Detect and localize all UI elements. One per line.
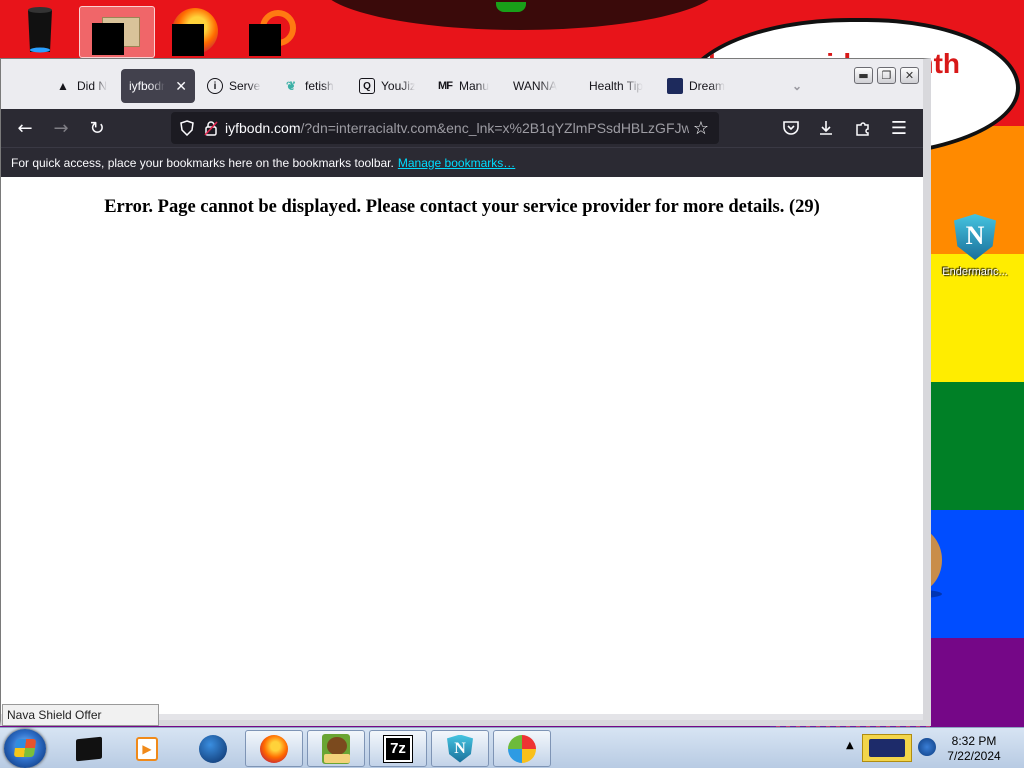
- download-icon: [820, 121, 832, 135]
- url-host: iyfbodn.com: [225, 120, 301, 136]
- restore-icon: ❐: [881, 69, 892, 82]
- desktop-icon-label: Endermanc...: [942, 266, 1008, 278]
- chevron-down-icon: ⌄: [791, 79, 803, 93]
- clock-time: 8:32 PM: [951, 734, 997, 748]
- desktop-icon-recycle-bin[interactable]: [8, 6, 72, 58]
- tray-projector-icon[interactable]: [862, 734, 912, 762]
- colorful-ball-icon: [508, 734, 536, 763]
- puzzle-icon: [856, 122, 869, 136]
- back-arrow-icon: ←: [17, 117, 33, 139]
- q-icon: Q: [359, 78, 375, 94]
- tab-label: YouJiz: [381, 79, 415, 93]
- tab-fetish[interactable]: ❦ fetish: [275, 69, 345, 103]
- tab-dream[interactable]: Dream: [659, 69, 739, 103]
- 7zip-icon: 7z: [383, 734, 413, 763]
- tab-manu[interactable]: MF Manu: [429, 69, 501, 103]
- bookmarks-hint: For quick access, place your bookmarks h…: [11, 155, 394, 170]
- navigation-toolbar: ← → ↻ iyfbodn.com/?dn=interracialtv.com&…: [1, 109, 923, 147]
- tab-iyfbodn[interactable]: iyfbodn ✕: [121, 69, 195, 103]
- url-text: iyfbodn.com/?dn=interracialtv.com&enc_ln…: [225, 120, 692, 136]
- back-button[interactable]: ←: [11, 114, 39, 142]
- windows-logo-icon: [13, 739, 37, 757]
- taskbar-app-ball[interactable]: [493, 730, 551, 767]
- tab-label: Did N: [77, 79, 107, 93]
- tab-label: Manu: [459, 79, 490, 93]
- tab-label: iyfbodn: [129, 79, 166, 93]
- info-icon: i: [207, 78, 223, 94]
- tab-label: Server: [229, 79, 261, 93]
- desktop-icon-firefox[interactable]: [164, 6, 228, 58]
- taskbar-app-terminal[interactable]: [62, 730, 116, 767]
- reload-button[interactable]: ↻: [83, 114, 111, 142]
- close-tab-icon[interactable]: ✕: [175, 78, 187, 95]
- extensions-button[interactable]: [849, 114, 877, 142]
- redacted-block: [92, 23, 124, 55]
- tab-health-tip[interactable]: Health Tip: [581, 69, 657, 103]
- taskbar-app-media[interactable]: ▶: [120, 730, 174, 767]
- desktop-icon-endermanch[interactable]: N Endermanc...: [934, 214, 1016, 278]
- url-path: /?dn=interracialtv.com&enc_lnk=x%2B1qYZl…: [300, 120, 692, 136]
- tab-label: Health Tip: [589, 79, 644, 93]
- desktop-icon-orange[interactable]: [244, 6, 308, 58]
- lock-insecure-icon[interactable]: [201, 118, 221, 138]
- desktop-icon-selected[interactable]: [79, 6, 155, 58]
- tab-list-chevron[interactable]: ⌄: [781, 69, 805, 103]
- taskbar-app-firefox[interactable]: [245, 730, 303, 767]
- close-icon: ✕: [904, 69, 915, 82]
- media-player-icon: ▶: [133, 735, 161, 763]
- restore-button[interactable]: ❐: [877, 67, 896, 84]
- tab-label: WANNA: [513, 79, 558, 93]
- clock-date: 7/22/2024: [947, 749, 1001, 763]
- n-shield-icon: N: [446, 734, 474, 763]
- minimize-icon: ▬: [858, 69, 869, 82]
- reload-icon: ↻: [89, 117, 105, 139]
- black-box-icon: [75, 735, 103, 763]
- leaf-icon: ❦: [285, 79, 297, 93]
- tab-youjiz[interactable]: Q YouJiz: [351, 69, 423, 103]
- start-button[interactable]: [4, 729, 46, 768]
- menu-button[interactable]: ☰: [885, 114, 913, 142]
- pocket-icon: [783, 121, 799, 135]
- redacted-block: [172, 24, 204, 56]
- forward-arrow-icon: →: [53, 117, 69, 139]
- taskbar-clock[interactable]: 8:32 PM 7/22/2024: [944, 734, 1004, 764]
- browser-window: ▲ Did N iyfbodn ✕ i Server ❦ fetish Q Yo…: [0, 58, 931, 726]
- globe-icon: [199, 734, 227, 763]
- redacted-block: [249, 24, 281, 56]
- taskbar-app-globe[interactable]: [186, 730, 240, 767]
- taskbar-app-bonzi[interactable]: [307, 730, 365, 767]
- error-message: Error. Page cannot be displayed. Please …: [104, 197, 820, 217]
- tab-label: Dream: [689, 79, 726, 93]
- status-tooltip: Nava Shield Offer: [2, 704, 159, 726]
- url-bar[interactable]: iyfbodn.com/?dn=interracialtv.com&enc_ln…: [171, 112, 719, 144]
- mf-icon: MF: [438, 80, 453, 92]
- tab-strip: ▲ Did N iyfbodn ✕ i Server ❦ fetish Q Yo…: [1, 59, 923, 109]
- warning-icon: ▲: [57, 79, 69, 93]
- tab-did[interactable]: ▲ Did N: [47, 69, 115, 103]
- trash-can-icon: [28, 7, 52, 53]
- downloads-button[interactable]: [812, 114, 840, 142]
- page-content: Error. Page cannot be displayed. Please …: [1, 177, 923, 720]
- taskbar-app-nava-shield[interactable]: N: [431, 730, 489, 767]
- firefox-icon: [260, 734, 288, 763]
- close-window-button[interactable]: ✕: [900, 67, 919, 84]
- box-app-icon: [322, 733, 350, 764]
- tab-wanna[interactable]: WANNA: [505, 69, 577, 103]
- manage-bookmarks-link[interactable]: Manage bookmarks…: [398, 156, 515, 170]
- n-shield-icon: N: [954, 214, 996, 260]
- minimize-button[interactable]: ▬: [854, 67, 873, 84]
- taskbar: ▶ 7z N ▲ 8:32 PM 7/22/2024: [0, 727, 1024, 768]
- bookmark-star-icon[interactable]: ☆: [689, 116, 713, 140]
- tab-label: fetish: [305, 79, 334, 93]
- tray-network-icon[interactable]: [918, 738, 936, 756]
- hamburger-menu-icon: ☰: [890, 117, 908, 139]
- tab-server[interactable]: i Server: [199, 69, 269, 103]
- pocket-button[interactable]: [777, 114, 805, 142]
- shield-icon[interactable]: [177, 118, 197, 138]
- taskbar-app-7zip[interactable]: 7z: [369, 730, 427, 767]
- dream-icon: [667, 78, 683, 94]
- tray-overflow-chevron-icon[interactable]: ▲: [846, 740, 858, 752]
- bookmarks-toolbar: For quick access, place your bookmarks h…: [1, 147, 923, 177]
- forward-button[interactable]: →: [47, 114, 75, 142]
